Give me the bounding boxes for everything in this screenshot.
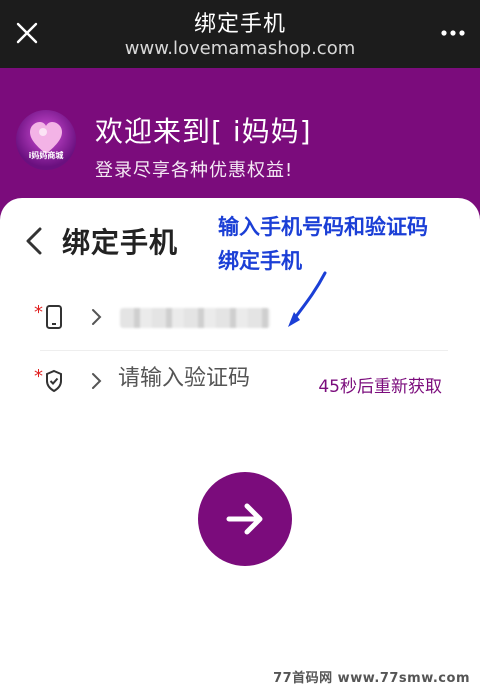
site-watermark: 77首码网 www.77smw.com — [273, 671, 470, 686]
annotation-line-1: 输入手机号码和验证码 — [218, 215, 428, 239]
verification-code-input[interactable] — [118, 366, 298, 391]
welcome-subtitle: 登录尽享各种优惠权益! — [95, 160, 294, 181]
phone-field[interactable]: * — [30, 294, 450, 344]
brand-logo: i妈妈商城 — [16, 110, 76, 170]
instruction-annotation: 输入手机号码和验证码 绑定手机 — [218, 210, 428, 278]
logo-text: i妈妈商城 — [28, 151, 64, 160]
required-mark: * — [34, 366, 43, 387]
welcome-heading: 欢迎来到[ i妈妈] — [95, 115, 312, 148]
back-chevron-icon[interactable] — [22, 226, 48, 256]
field-divider — [40, 350, 448, 351]
required-mark: * — [34, 302, 43, 323]
chevron-right-icon — [90, 370, 104, 392]
more-icon[interactable] — [438, 18, 468, 48]
resend-code-countdown[interactable]: 45秒后重新获取 — [318, 372, 442, 397]
annotation-line-2: 绑定手机 — [218, 249, 302, 273]
arrow-right-icon — [226, 503, 263, 535]
shield-icon — [44, 368, 64, 394]
page-url: www.lovemamashop.com — [124, 38, 356, 59]
form-title: 绑定手机 — [62, 226, 179, 259]
phone-number-obscured[interactable] — [120, 308, 270, 328]
verification-code-field: * 45秒后重新获取 — [30, 358, 450, 408]
submit-button[interactable] — [198, 472, 292, 566]
phone-icon — [44, 304, 64, 330]
chevron-right-icon — [90, 306, 104, 328]
page-title: 绑定手机 — [193, 12, 286, 37]
browser-header: 绑定手机 www.lovemamashop.com — [0, 0, 480, 68]
